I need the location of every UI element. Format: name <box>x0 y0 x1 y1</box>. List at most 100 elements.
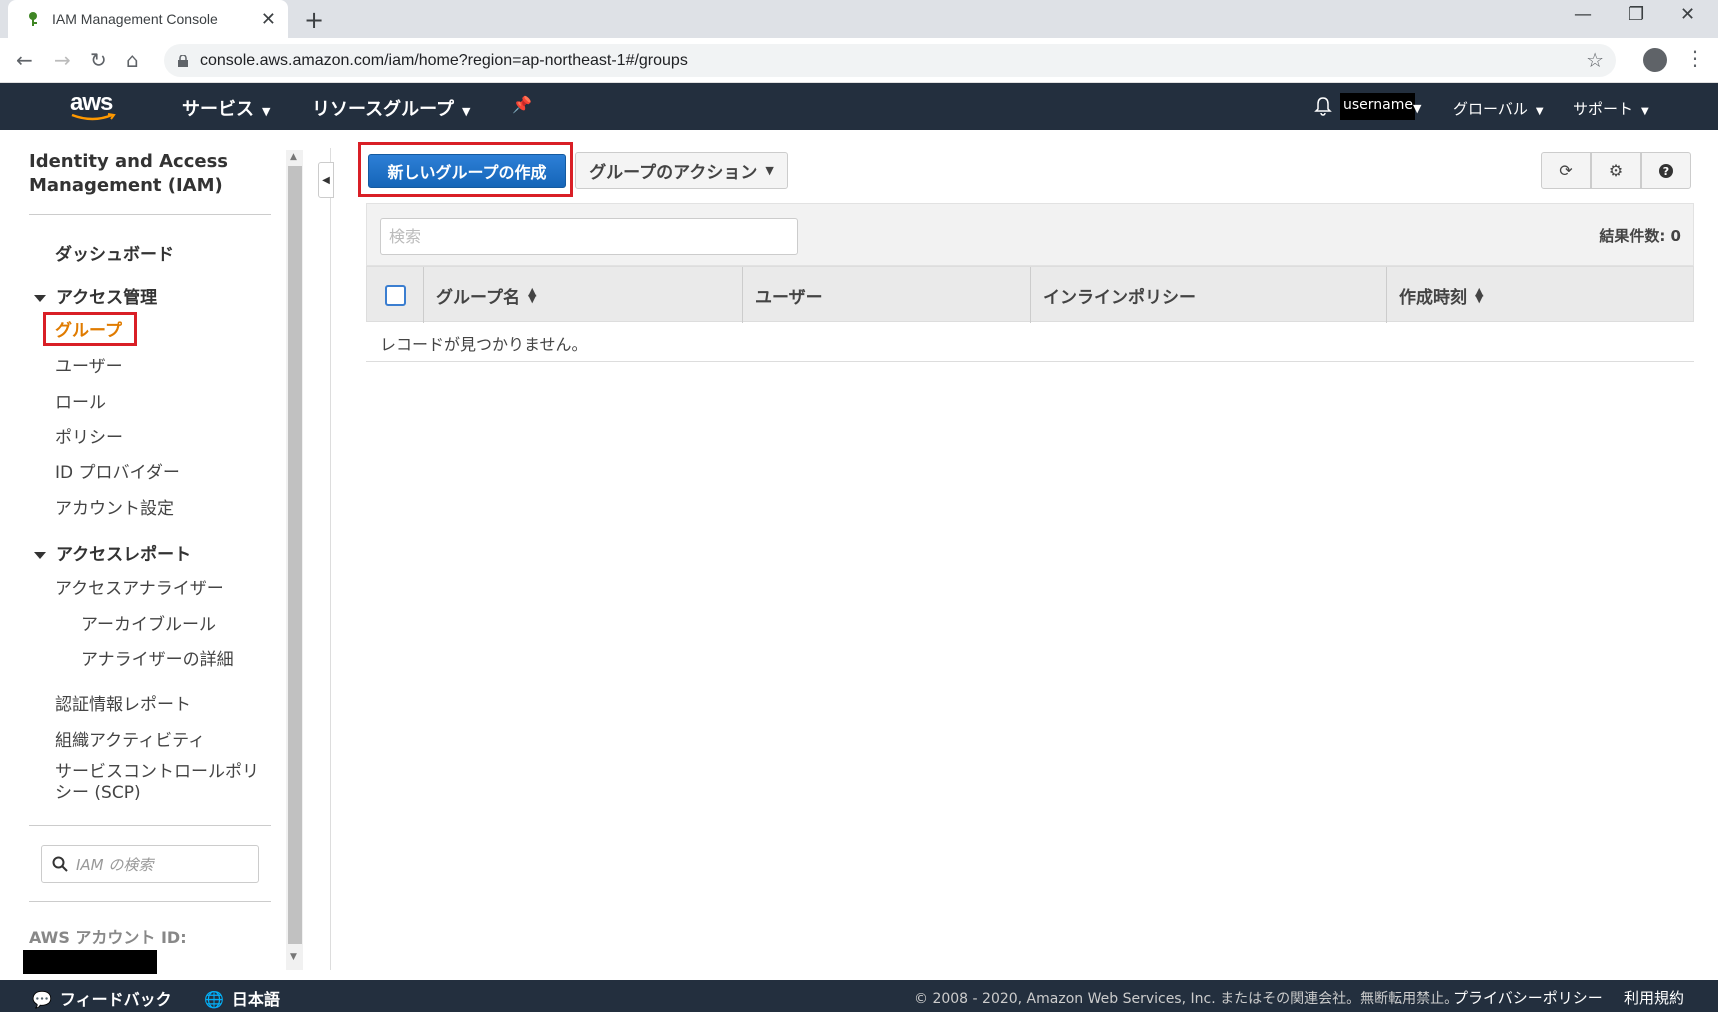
copyright-text: © 2008 - 2020, Amazon Web Services, Inc.… <box>914 991 1459 1007</box>
sidebar-item-id-providers[interactable]: ID プロバイダー <box>55 458 180 483</box>
browser-tab[interactable]: IAM Management Console ✕ <box>8 0 288 38</box>
help-icon[interactable]: ? <box>1641 152 1691 189</box>
address-bar[interactable]: console.aws.amazon.com/iam/home?region=a… <box>164 44 1616 77</box>
iam-favicon-icon <box>29 12 37 26</box>
profile-avatar-icon[interactable] <box>1643 48 1667 72</box>
content-divider <box>330 148 331 970</box>
group-actions-label: グループのアクション <box>589 163 758 183</box>
section-label: アクセス管理 <box>56 288 158 308</box>
scroll-down-icon[interactable]: ▼ <box>290 952 297 962</box>
footer: 💬 フィードバック 🌐 日本語 © 2008 - 2020, Amazon Web … <box>0 980 1718 1012</box>
divider <box>29 214 271 215</box>
sidebar-item-scp[interactable]: サービスコントロールポリシー (SCP) <box>55 762 275 804</box>
sidebar-item-archive-rules[interactable]: アーカイブルール <box>81 610 216 635</box>
close-tab-icon[interactable]: ✕ <box>261 9 276 30</box>
sidebar-item-groups[interactable]: グループ <box>55 316 122 341</box>
divider <box>366 361 1694 362</box>
column-created-time[interactable]: 作成時刻 ▲ ▼ <box>1386 267 1694 323</box>
browser-tabstrip: IAM Management Console ✕ + — ❐ ✕ <box>0 0 1718 38</box>
back-icon[interactable]: ← <box>16 48 33 72</box>
sidebar-item-policies[interactable]: ポリシー <box>55 423 123 448</box>
group-search-input[interactable] <box>380 218 798 255</box>
sidebar-item-credential-report[interactable]: 認証情報レポート <box>55 690 191 715</box>
column-label: グループ名 <box>436 287 520 308</box>
bell-icon[interactable] <box>1314 96 1332 116</box>
iam-search-input[interactable]: IAM の検索 <box>41 845 259 883</box>
lock-icon <box>178 54 188 67</box>
region-menu[interactable]: グローバル ▼ <box>1453 98 1544 119</box>
svg-text:?: ? <box>1663 165 1669 178</box>
services-label: サービス <box>182 99 254 120</box>
scroll-up-icon[interactable]: ▲ <box>290 152 297 162</box>
search-placeholder: IAM の検索 <box>76 855 154 874</box>
section-label: アクセスレポート <box>56 545 192 565</box>
search-icon <box>52 856 68 872</box>
globe-icon: 🌐 <box>204 990 224 1009</box>
browser-menu-icon[interactable]: ⋮ <box>1685 46 1705 70</box>
sidebar-item-org-activity[interactable]: 組織アクティビティ <box>55 726 205 751</box>
chevron-down-icon: ▼ <box>462 105 471 118</box>
caret-down-icon <box>34 551 46 559</box>
resource-groups-label: リソースグループ <box>312 99 455 120</box>
column-label: ユーザー <box>755 287 823 308</box>
account-id-redacted <box>23 950 157 974</box>
collapse-sidebar-icon[interactable]: ◀ <box>318 162 334 198</box>
region-label: グローバル <box>1453 100 1528 118</box>
column-group-name[interactable]: グループ名 ▲ ▼ <box>423 267 743 323</box>
scroll-thumb[interactable] <box>288 166 302 944</box>
feedback-label: フィードバック <box>59 990 172 1009</box>
minimize-icon[interactable]: — <box>1574 4 1592 25</box>
sidebar-title: Identity and Access Management (IAM) <box>29 151 229 196</box>
new-tab-icon[interactable]: + <box>304 6 324 34</box>
language-selector[interactable]: 🌐 日本語 <box>204 986 280 1010</box>
feedback-link[interactable]: 💬 フィードバック <box>32 986 172 1010</box>
pin-icon[interactable]: 📌 <box>512 95 532 114</box>
sidebar-section-access-reports[interactable]: アクセスレポート <box>34 540 191 565</box>
aws-smile-icon <box>71 113 116 121</box>
column-users: ユーザー <box>742 267 1031 323</box>
column-label: インラインポリシー <box>1043 287 1196 308</box>
reload-icon[interactable]: ↻ <box>90 48 107 72</box>
privacy-link[interactable]: プライバシーポリシー <box>1453 987 1603 1008</box>
chevron-down-icon: ▼ <box>262 105 271 118</box>
column-inline-policy: インラインポリシー <box>1030 267 1387 323</box>
sidebar-item-users[interactable]: ユーザー <box>55 352 123 377</box>
chevron-down-icon: ▼ <box>1535 106 1544 117</box>
speech-bubble-icon: 💬 <box>32 990 52 1009</box>
forward-icon[interactable]: → <box>54 48 71 72</box>
close-window-icon[interactable]: ✕ <box>1680 4 1695 25</box>
sidebar-section-access-management[interactable]: アクセス管理 <box>34 283 157 308</box>
language-label: 日本語 <box>231 990 280 1009</box>
gear-icon[interactable]: ⚙ <box>1591 152 1641 189</box>
tab-title: IAM Management Console <box>52 11 218 27</box>
chevron-down-icon: ▼ <box>765 164 774 177</box>
browser-toolbar: ← → ↻ ⌂ console.aws.amazon.com/iam/home?… <box>0 38 1718 83</box>
chevron-down-icon: ▼ <box>1641 106 1649 117</box>
sidebar-item-account-settings[interactable]: アカウント設定 <box>55 494 174 519</box>
refresh-icon[interactable]: ⟳ <box>1541 152 1591 189</box>
username-menu[interactable]: username <box>1340 93 1415 120</box>
no-records-message: レコードが見つかりません。 <box>380 335 588 354</box>
restore-icon[interactable]: ❐ <box>1628 4 1644 25</box>
resource-groups-menu[interactable]: リソースグループ ▼ <box>312 95 471 121</box>
support-label: サポート <box>1573 100 1634 118</box>
sort-icon: ▲ ▼ <box>527 285 537 305</box>
caret-down-icon <box>34 294 46 302</box>
group-actions-button[interactable]: グループのアクション ▼ <box>575 152 788 189</box>
services-menu[interactable]: サービス ▼ <box>182 95 270 121</box>
iam-sidebar: Identity and Access Management (IAM) ダッシ… <box>0 130 303 980</box>
select-all-checkbox[interactable] <box>385 285 406 306</box>
account-id-label: AWS アカウント ID: <box>29 928 187 947</box>
sidebar-item-roles[interactable]: ロール <box>55 388 106 413</box>
sidebar-item-access-analyzer[interactable]: アクセスアナライザー <box>55 574 224 599</box>
sidebar-item-dashboard[interactable]: ダッシュボード <box>55 240 174 265</box>
support-menu[interactable]: サポート ▼ <box>1573 98 1649 119</box>
sort-icon: ▲ ▼ <box>1475 285 1484 305</box>
create-group-button[interactable]: 新しいグループの作成 <box>368 154 566 188</box>
divider <box>29 825 271 826</box>
chevron-down-icon[interactable]: ▼ <box>1413 102 1421 115</box>
terms-link[interactable]: 利用規約 <box>1624 987 1684 1008</box>
sidebar-item-analyzer-details[interactable]: アナライザーの詳細 <box>81 645 234 670</box>
home-icon[interactable]: ⌂ <box>126 48 139 72</box>
bookmark-star-icon[interactable]: ☆ <box>1586 48 1604 72</box>
